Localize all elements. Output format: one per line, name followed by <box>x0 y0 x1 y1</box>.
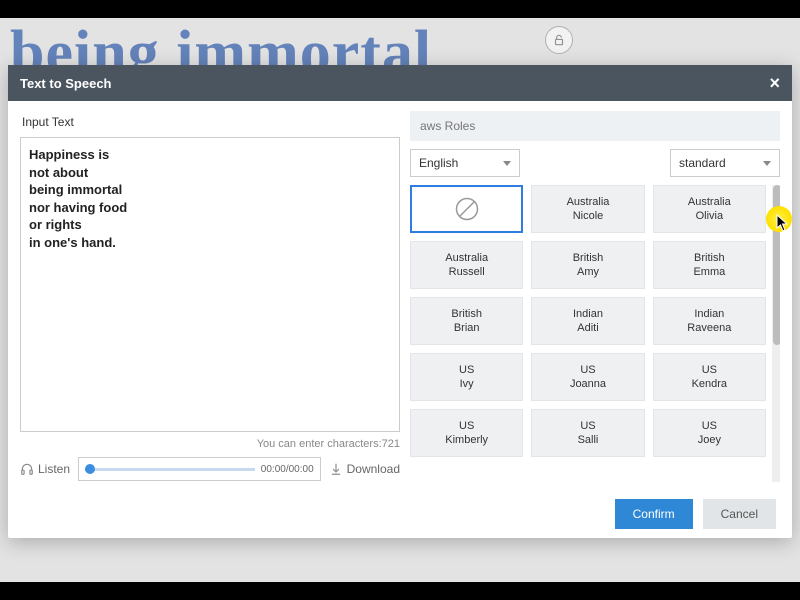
quality-dropdown[interactable]: standard <box>670 149 780 177</box>
voice-name: Ivy <box>460 377 474 391</box>
voice-name: Joanna <box>570 377 606 391</box>
headphones-icon <box>20 462 34 476</box>
modal-title: Text to Speech <box>20 76 112 91</box>
voice-name: Amy <box>577 265 599 279</box>
modal-header: Text to Speech × <box>8 65 792 101</box>
right-column: English standard AustraliaNicoleAustrali… <box>410 111 780 482</box>
voice-card[interactable]: BritishEmma <box>653 241 766 289</box>
time-display: 00:00/00:00 <box>261 464 314 475</box>
roles-input[interactable] <box>410 111 780 141</box>
download-icon <box>329 462 343 476</box>
voice-region: US <box>459 363 474 377</box>
voice-name: Russell <box>449 265 485 279</box>
voice-card[interactable]: USSalli <box>531 409 644 457</box>
voice-card[interactable]: BritishAmy <box>531 241 644 289</box>
voice-scrollbar[interactable] <box>772 185 780 482</box>
voice-card[interactable]: AustraliaOlivia <box>653 185 766 233</box>
cancel-button[interactable]: Cancel <box>703 499 776 529</box>
audio-slider[interactable]: 00:00/00:00 <box>78 457 321 481</box>
voice-region: Australia <box>688 195 731 209</box>
voice-name: Aditi <box>577 321 598 335</box>
voice-card[interactable]: IndianAditi <box>531 297 644 345</box>
voice-name: Olivia <box>696 209 724 223</box>
text-input[interactable] <box>20 137 400 432</box>
tts-modal: Text to Speech × Input Text You can ente… <box>8 65 792 538</box>
download-label: Download <box>347 462 400 476</box>
confirm-button[interactable]: Confirm <box>615 499 693 529</box>
listen-button[interactable]: Listen <box>20 462 70 476</box>
voice-name: Salli <box>578 433 599 447</box>
voice-card[interactable]: USKendra <box>653 353 766 401</box>
voice-name: Emma <box>693 265 725 279</box>
language-dropdown[interactable]: English <box>410 149 520 177</box>
voice-region: British <box>451 307 482 321</box>
chevron-down-icon <box>763 161 771 166</box>
quality-value: standard <box>679 156 726 170</box>
voice-card[interactable]: USIvy <box>410 353 523 401</box>
voice-region: Australia <box>567 195 610 209</box>
dropdown-row: English standard <box>410 149 780 177</box>
chevron-down-icon <box>503 161 511 166</box>
char-count-hint: You can enter characters:721 <box>20 438 400 450</box>
voice-region: Indian <box>573 307 603 321</box>
no-voice-icon <box>452 194 482 224</box>
listen-label: Listen <box>38 462 70 476</box>
voice-card[interactable]: USJoanna <box>531 353 644 401</box>
voice-name: Joey <box>698 433 721 447</box>
voice-card[interactable]: AustraliaNicole <box>531 185 644 233</box>
voice-region: British <box>573 251 604 265</box>
modal-body: Input Text You can enter characters:721 … <box>8 101 792 490</box>
voice-name: Kimberly <box>445 433 488 447</box>
slider-track[interactable] <box>85 468 255 471</box>
voice-grid-container: AustraliaNicoleAustraliaOliviaAustraliaR… <box>410 185 780 482</box>
audio-controls: Listen 00:00/00:00 Download <box>20 456 400 482</box>
voice-name: Kendra <box>692 377 727 391</box>
voice-card[interactable]: IndianRaveena <box>653 297 766 345</box>
voice-region: US <box>702 363 717 377</box>
voice-name: Raveena <box>687 321 731 335</box>
slider-knob[interactable] <box>85 464 95 474</box>
voice-region: US <box>580 419 595 433</box>
voice-region: British <box>694 251 725 265</box>
voice-card[interactable]: AustraliaRussell <box>410 241 523 289</box>
voice-region: US <box>580 363 595 377</box>
modal-footer: Confirm Cancel <box>8 490 792 538</box>
voice-grid: AustraliaNicoleAustraliaOliviaAustraliaR… <box>410 185 780 457</box>
left-column: Input Text You can enter characters:721 … <box>20 111 400 482</box>
voice-region: Indian <box>694 307 724 321</box>
voice-card[interactable]: BritishBrian <box>410 297 523 345</box>
voice-name: Nicole <box>573 209 604 223</box>
input-text-label: Input Text <box>22 115 398 129</box>
voice-card[interactable]: USKimberly <box>410 409 523 457</box>
close-icon[interactable]: × <box>769 73 780 94</box>
voice-region: US <box>459 419 474 433</box>
language-value: English <box>419 156 458 170</box>
voice-region: US <box>702 419 717 433</box>
voice-card-none[interactable] <box>410 185 523 233</box>
voice-card[interactable]: USJoey <box>653 409 766 457</box>
voice-name: Brian <box>454 321 480 335</box>
voice-region: Australia <box>445 251 488 265</box>
download-button[interactable]: Download <box>329 462 400 476</box>
scrollbar-thumb[interactable] <box>773 185 780 345</box>
